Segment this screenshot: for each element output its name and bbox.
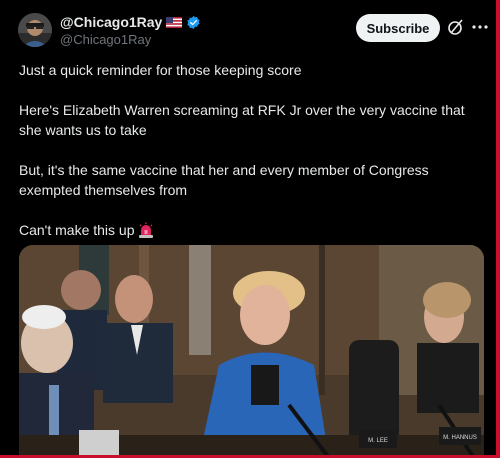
subscribe-button[interactable]: Subscribe [356,14,440,42]
tweet-paragraph: Just a quick reminder for those keeping … [19,62,302,78]
author-display-name[interactable]: @Chicago1Ray [60,14,201,30]
tweet-header: @Chicago1Ray @Chicago1Ray Subscribe [0,0,496,56]
tweet-paragraph-text: Can't make this up [19,222,135,238]
nameplate-right: M. HANNUS [443,435,477,441]
us-flag-icon [166,16,183,28]
author-name-text[interactable]: @Chicago1Ray [60,14,162,30]
video-frame: M. LEE M. HANNUS [19,245,484,458]
verified-badge-icon [187,15,200,29]
video-media[interactable]: M. LEE M. HANNUS [19,245,484,458]
nameplate-left: M. LEE [368,438,388,444]
tweet-paragraph: Here's Elizabeth Warren screaming at RFK… [19,102,465,138]
avatar[interactable] [18,13,52,47]
tweet-text: Just a quick reminder for those keeping … [19,60,485,240]
window-border-right [496,0,500,458]
more-dots-icon[interactable] [470,17,490,37]
tweet-paragraph-last: Can't make this up [19,220,485,240]
police-light-icon [138,222,153,238]
tweet-paragraph: But, it's the same vaccine that her and … [19,162,429,198]
grok-icon[interactable] [446,17,466,37]
author-handle[interactable]: @Chicago1Ray [60,32,151,47]
